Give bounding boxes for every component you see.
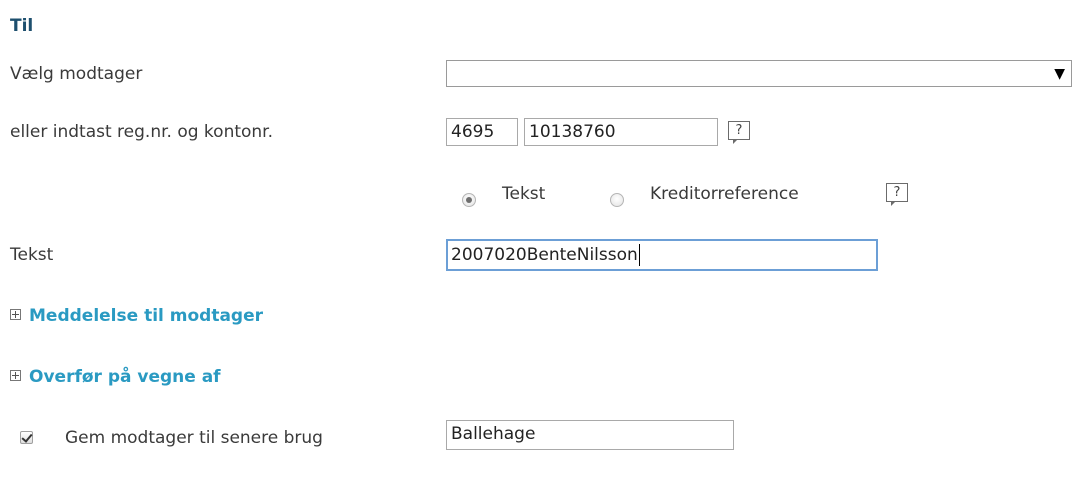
radio-tekst-label[interactable]: Tekst [502,184,545,204]
radio-kreditorreference-label[interactable]: Kreditorreference [650,184,799,204]
radio-selected-dot [466,197,472,203]
reg-nr-input[interactable]: 4695 [446,118,518,146]
tekst-label: Tekst [10,245,54,265]
recipient-select[interactable]: ▼ [446,60,1072,87]
section-title: Til [10,16,34,36]
save-recipient-label[interactable]: Gem modtager til senere brug [65,428,323,448]
account-label: eller indtast reg.nr. og kontonr. [10,122,274,142]
expander-message[interactable]: Meddelelse til modtager [10,306,263,326]
radio-kreditorreference[interactable] [610,193,624,207]
help-icon[interactable]: ? [886,183,908,206]
expand-plus-icon [10,309,21,320]
save-recipient-checkbox[interactable] [20,431,33,444]
radio-tekst[interactable] [462,193,476,207]
checkmark-icon [21,431,33,443]
konto-nr-input[interactable]: 10138760 [524,118,718,146]
expander-message-label: Meddelelse til modtager [29,306,264,326]
tekst-input[interactable]: 2007020BenteNilsson [446,239,878,271]
expand-plus-icon [10,370,21,381]
expander-on-behalf[interactable]: Overfør på vegne af [10,367,221,387]
help-icon[interactable]: ? [728,121,750,144]
text-caret [638,244,640,266]
expander-on-behalf-label: Overfør på vegne af [29,367,221,387]
recipient-label: Vælg modtager [10,64,143,84]
recipient-name-input[interactable]: Ballehage [446,420,734,450]
chevron-down-icon[interactable]: ▼ [1054,65,1065,83]
tekst-input-value: 2007020BenteNilsson [451,245,638,265]
